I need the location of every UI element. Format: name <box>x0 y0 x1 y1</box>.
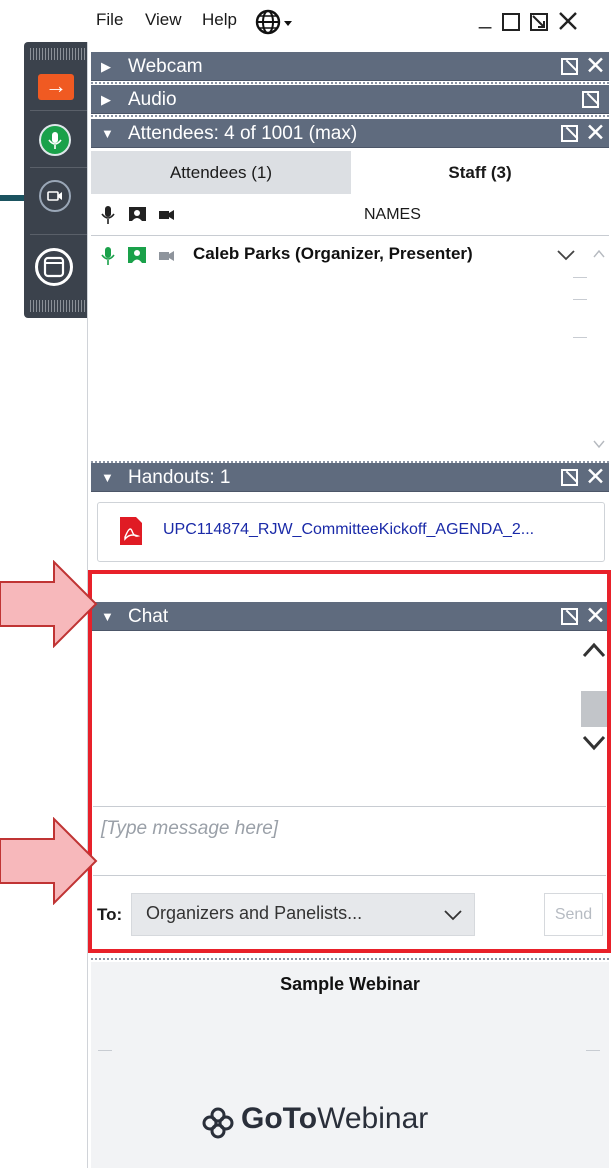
undock-icon <box>530 13 548 31</box>
close-button[interactable] <box>557 10 579 37</box>
scroll-up-icon[interactable] <box>593 249 605 259</box>
attendees-section-title: Attendees: 4 of 1001 (max) <box>128 123 358 144</box>
pdf-file-icon <box>120 517 142 545</box>
popout-icon[interactable] <box>561 125 578 142</box>
divider <box>98 1050 112 1051</box>
brand-webinar: Webinar <box>317 1102 429 1135</box>
collapse-arrow-icon: ▼ <box>101 470 114 485</box>
connector-line <box>0 195 24 201</box>
divider <box>30 110 87 111</box>
microphone-icon <box>48 132 62 149</box>
popout-icon[interactable] <box>582 91 599 108</box>
handouts-section-header[interactable]: ▼ Handouts: 1 ✕ <box>91 463 609 492</box>
attendee-list-header <box>91 194 609 236</box>
camera-off-icon <box>159 251 174 261</box>
section-divider <box>91 958 609 960</box>
minimize-button[interactable]: _ <box>479 6 491 28</box>
maximize-icon <box>502 13 520 31</box>
divider <box>30 234 87 235</box>
language-menu[interactable] <box>254 8 296 41</box>
expand-arrow-icon: ▶ <box>101 59 111 74</box>
collapse-control-panel-button[interactable]: → <box>38 74 74 100</box>
grabtab-grip-top[interactable] <box>30 48 87 60</box>
attendee-scrollbar[interactable] <box>573 237 609 461</box>
divider <box>573 337 587 338</box>
brand-goto: GoTo <box>241 1102 318 1135</box>
popout-icon[interactable] <box>561 469 578 486</box>
divider <box>573 277 587 278</box>
audio-section-header[interactable]: ▶ Audio <box>91 85 609 114</box>
webcam-toggle-button[interactable] <box>39 180 71 212</box>
handout-filename[interactable]: UPC114874_RJW_CommitteeKickoff_AGENDA_2.… <box>163 521 534 539</box>
divider <box>586 1050 600 1051</box>
menu-file[interactable]: File <box>96 10 123 30</box>
scroll-down-icon[interactable] <box>593 439 605 449</box>
menu-help[interactable]: Help <box>202 10 237 30</box>
attendee-list <box>91 237 609 461</box>
grabtab-grip-bottom[interactable] <box>30 300 87 312</box>
chevron-down-icon <box>284 21 292 26</box>
presenter-screen-icon[interactable] <box>127 204 149 226</box>
goto-flower-icon <box>202 1107 234 1139</box>
screen-share-button[interactable] <box>35 248 73 286</box>
grabtab-toolbar: → <box>24 42 87 318</box>
close-icon[interactable]: ✕ <box>585 463 606 491</box>
close-icon <box>559 12 577 30</box>
microphone-active-icon <box>101 247 115 265</box>
microphone-icon[interactable] <box>99 204 117 226</box>
presenter-active-icon <box>128 247 146 263</box>
camera-icon <box>47 191 62 201</box>
collapse-arrow-icon: ▼ <box>101 126 114 141</box>
webinar-title: Sample Webinar <box>280 974 420 994</box>
expand-arrow-icon: ▶ <box>101 92 111 107</box>
mic-toggle-button[interactable] <box>39 124 71 156</box>
section-divider <box>91 82 609 84</box>
chat-highlight-box <box>88 570 611 953</box>
attendees-section-header[interactable]: ▼ Attendees: 4 of 1001 (max) ✕ <box>91 119 609 148</box>
audio-section-title: Audio <box>128 89 177 110</box>
chevron-down-icon[interactable] <box>556 249 576 263</box>
menu-bar: File View Help _ <box>87 0 613 42</box>
webcam-section-header[interactable]: ▶ Webcam ✕ <box>91 52 609 81</box>
close-icon[interactable]: ✕ <box>585 52 606 80</box>
close-icon[interactable]: ✕ <box>585 119 606 147</box>
maximize-button[interactable] <box>501 12 521 37</box>
tab-attendees[interactable]: Attendees (1) <box>91 151 351 194</box>
attendee-name: Caleb Parks (Organizer, Presenter) <box>193 244 473 263</box>
pointer-arrow-chat-header <box>0 560 98 648</box>
camera-icon[interactable] <box>157 206 177 224</box>
names-column-header[interactable]: NAMES <box>364 206 421 224</box>
tab-staff[interactable]: Staff (3) <box>351 151 609 194</box>
pointer-arrow-chat-input <box>0 817 98 905</box>
divider <box>573 299 587 300</box>
menu-view[interactable]: View <box>145 10 182 30</box>
webcam-section-title: Webcam <box>128 56 203 77</box>
divider <box>30 167 87 168</box>
handouts-section-title: Handouts: 1 <box>128 467 231 488</box>
section-divider <box>91 115 609 117</box>
globe-icon <box>255 9 292 35</box>
popout-icon[interactable] <box>561 58 578 75</box>
window-icon <box>43 256 65 278</box>
undock-button[interactable] <box>529 12 549 37</box>
